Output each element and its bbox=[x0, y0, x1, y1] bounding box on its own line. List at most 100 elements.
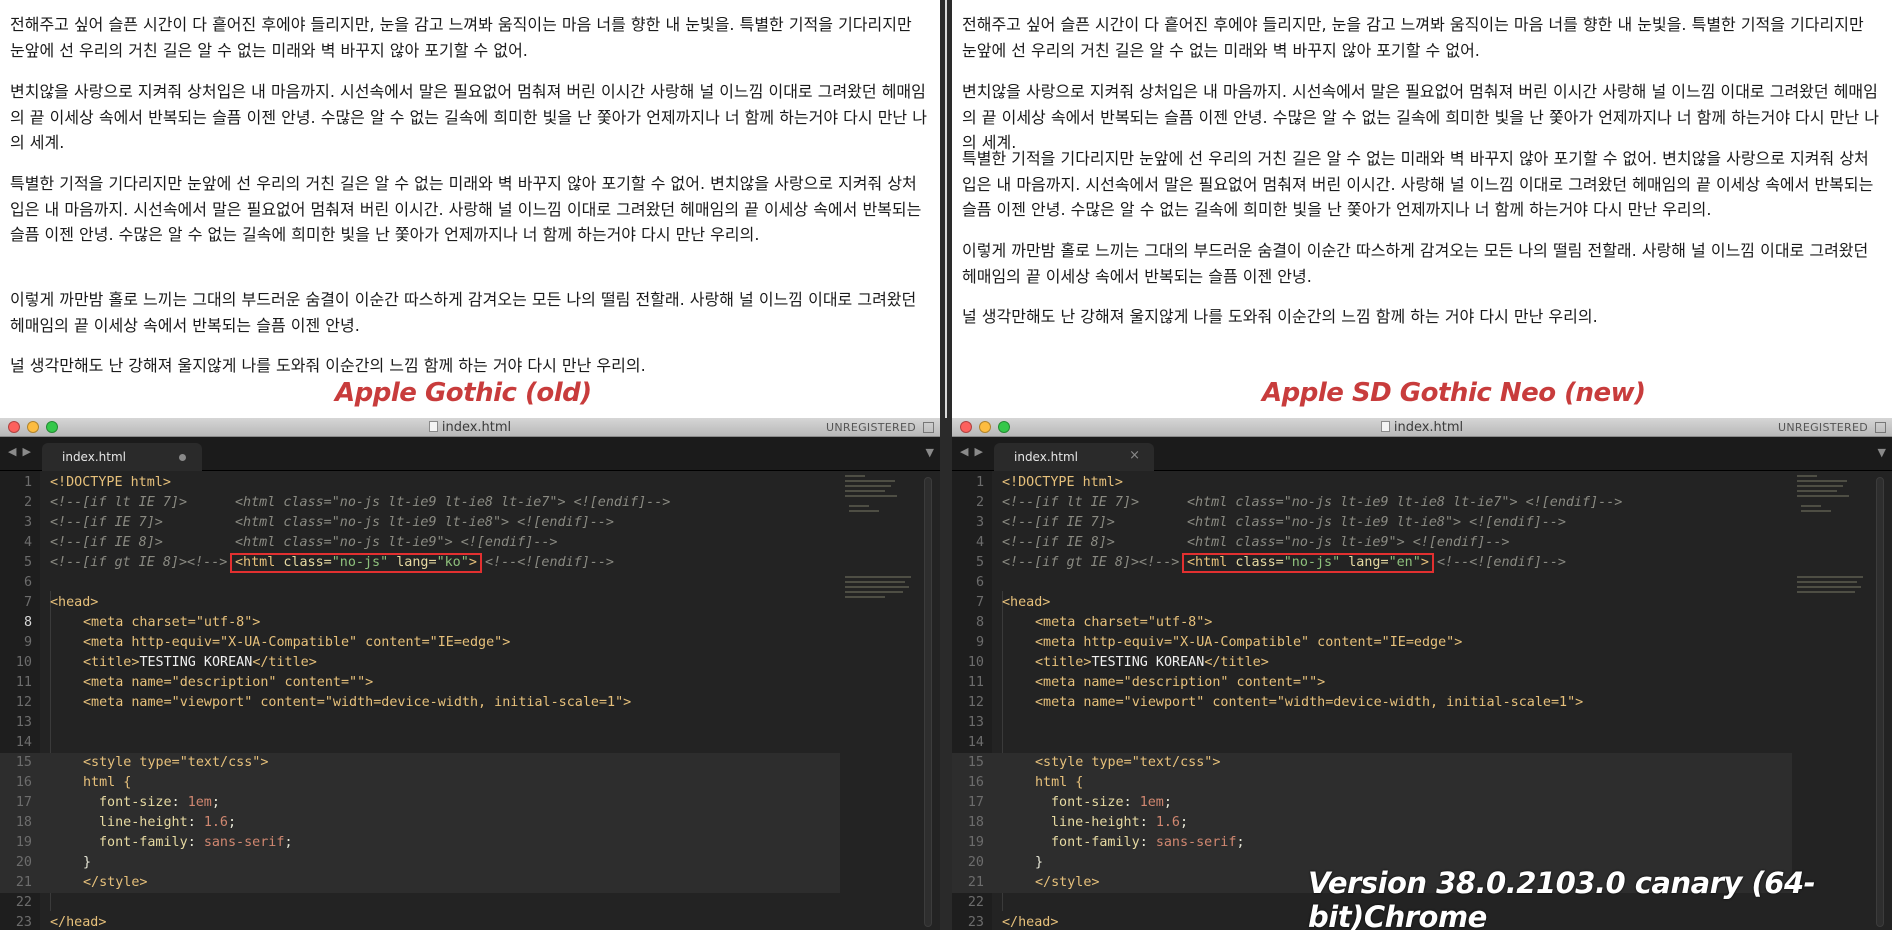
font-caption: Apple Gothic (old) bbox=[335, 378, 592, 408]
line-number: 12 bbox=[967, 695, 984, 710]
line-number: 1 bbox=[23, 475, 32, 490]
code-line: <html class="no-js lt-ie9 lt-ie8"> <![en… bbox=[235, 515, 614, 530]
line-number: 11 bbox=[15, 675, 32, 690]
window-title-text: index.html bbox=[1393, 420, 1464, 435]
tab-label: index.html bbox=[62, 450, 126, 464]
tab-nav-arrows-icon[interactable]: ◀▶ bbox=[960, 445, 989, 458]
line-number: 7 bbox=[975, 595, 984, 610]
tab-index-html[interactable]: index.html bbox=[42, 443, 202, 471]
code-line: <meta charset="utf-8"> bbox=[1035, 615, 1213, 630]
fullscreen-icon[interactable] bbox=[1875, 422, 1886, 433]
code-editor[interactable]: 1 <!DOCTYPE html> 2 <!--[if lt IE 7]> <html… bbox=[952, 471, 1892, 930]
preview-paragraph: 널 생각만해도 난 강해져 울지않게 나를 도와줘 이순간의 느낌 함께 하는 … bbox=[962, 307, 1598, 326]
line-number: 23 bbox=[15, 915, 32, 930]
code-line: <html class="no-js lt-ie9 lt-ie8"> <![en… bbox=[1187, 515, 1566, 530]
tab-label: index.html bbox=[1014, 450, 1078, 464]
code-line: <!--[if IE 7]> bbox=[1002, 515, 1115, 530]
code-line: <!DOCTYPE html> bbox=[1002, 475, 1123, 490]
tab-menu-chevron-icon[interactable]: ▼ bbox=[1878, 446, 1886, 459]
code-line: <meta name="description" content=""> bbox=[1035, 675, 1326, 690]
code-line: html { bbox=[83, 775, 132, 790]
code-line: <style type="text/css"> bbox=[83, 755, 269, 770]
unsaved-dot-icon[interactable] bbox=[179, 454, 186, 461]
code-line: <meta name="viewport" content="width=dev… bbox=[1035, 695, 1584, 710]
code-token: line-height bbox=[99, 815, 188, 830]
preview-paragraph: 이렇게 까만밤 홀로 느끼는 그대의 부드러운 숨결이 이순간 따스하게 감겨오… bbox=[962, 241, 1869, 286]
code-token: font-family bbox=[99, 835, 188, 850]
line-number: 16 bbox=[967, 775, 984, 790]
line-number: 12 bbox=[15, 695, 32, 710]
line-number: 5 bbox=[23, 555, 32, 570]
code-line: <!--[if gt IE 8]><!--> bbox=[50, 555, 228, 570]
code-line: <head> bbox=[50, 595, 99, 610]
line-number: 19 bbox=[967, 835, 984, 850]
line-number: 21 bbox=[967, 875, 984, 890]
code-token: 1.6 bbox=[1155, 815, 1180, 830]
code-token: TESTING KOREAN bbox=[139, 655, 253, 670]
line-number: 17 bbox=[15, 795, 32, 810]
vertical-scrollbar[interactable] bbox=[924, 477, 932, 927]
preview-paragraph: 특별한 기적을 기다리지만 눈앞에 선 우리의 거친 길은 알 수 없는 미래와… bbox=[10, 174, 922, 244]
line-number: 2 bbox=[975, 495, 984, 510]
line-number: 1 bbox=[975, 475, 984, 490]
preview-paragraph: 전해주고 싶어 슬픈 시간이 다 흩어진 후에야 들리지만, 눈을 감고 느껴봐… bbox=[962, 15, 1864, 60]
line-number: 5 bbox=[975, 555, 984, 570]
code-line: <meta http-equiv="X-UA-Compatible" conte… bbox=[1035, 635, 1463, 650]
line-number: 22 bbox=[967, 895, 984, 910]
code-line: <!--<![endif]--> bbox=[485, 555, 614, 570]
window-title: index.html bbox=[952, 420, 1892, 435]
tab-bar: ◀▶ index.html ▼ bbox=[0, 437, 940, 471]
line-number: 10 bbox=[967, 655, 984, 670]
right-pane: 전해주고 싶어 슬픈 시간이 다 흩어진 후에야 들리지만, 눈을 감고 느껴봐… bbox=[952, 0, 1892, 930]
code-line: } bbox=[1035, 855, 1044, 870]
preview-paragraph: 널 생각만해도 난 강해져 울지않게 나를 도와줘 이순간의 느낌 함께 하는 … bbox=[10, 356, 646, 375]
pane-divider bbox=[940, 0, 952, 930]
code-line: <!--<![endif]--> bbox=[1437, 555, 1566, 570]
code-line: html { bbox=[1035, 775, 1084, 790]
line-number: 20 bbox=[15, 855, 32, 870]
code-token: sans-serif bbox=[1155, 835, 1237, 850]
code-token: 1em bbox=[1139, 795, 1164, 810]
tab-nav-arrows-icon[interactable]: ◀▶ bbox=[8, 445, 37, 458]
line-number: 6 bbox=[23, 575, 32, 590]
code-line: <meta name="viewport" content="width=dev… bbox=[83, 695, 632, 710]
line-number: 22 bbox=[15, 895, 32, 910]
line-number: 8 bbox=[23, 615, 32, 630]
preview-paragraph: 전해주고 싶어 슬픈 시간이 다 흩어진 후에야 들리지만, 눈을 감고 느껴봐… bbox=[10, 15, 912, 60]
code-line: <title>TESTING KOREAN</title> bbox=[1035, 653, 1269, 673]
code-line: <!--[if gt IE 8]><!--> bbox=[1002, 555, 1180, 570]
code-line: font-size: 1em; bbox=[99, 795, 220, 810]
minimap[interactable] bbox=[845, 471, 915, 930]
line-number: 14 bbox=[967, 735, 984, 750]
vertical-scrollbar[interactable] bbox=[1876, 477, 1884, 927]
line-number: 19 bbox=[15, 835, 32, 850]
code-line: <meta name="description" content=""> bbox=[83, 675, 374, 690]
code-line: <head> bbox=[1002, 595, 1051, 610]
code-token: <title> bbox=[1035, 655, 1092, 670]
line-number: 15 bbox=[967, 755, 984, 770]
code-line: } bbox=[83, 855, 92, 870]
code-token: font-size bbox=[99, 795, 172, 810]
tab-bar: ◀▶ index.html × ▼ bbox=[952, 437, 1892, 471]
code-token: 1.6 bbox=[203, 815, 228, 830]
preview-paragraph: 변치않을 사랑으로 지켜줘 상처입은 내 마음까지. 시선속에서 말은 필요없어… bbox=[10, 82, 927, 152]
line-number: 3 bbox=[23, 515, 32, 530]
document-icon bbox=[1380, 421, 1390, 432]
minimap[interactable] bbox=[1797, 471, 1867, 930]
code-token: </title> bbox=[252, 655, 317, 670]
code-line: <style type="text/css"> bbox=[1035, 755, 1221, 770]
code-line: </style> bbox=[83, 875, 148, 890]
fullscreen-icon[interactable] bbox=[923, 422, 934, 433]
highlight-box bbox=[1182, 553, 1434, 573]
font-caption: Apple SD Gothic Neo (new) bbox=[1262, 378, 1646, 408]
code-line: font-family: sans-serif; bbox=[1051, 835, 1245, 850]
code-line: <!--[if lt IE 7]> bbox=[1002, 495, 1140, 510]
window-titlebar[interactable]: index.html UNREGISTERED bbox=[0, 418, 940, 437]
code-editor[interactable]: 1 <!DOCTYPE html> 2 <!--[if lt IE 7]> <html… bbox=[0, 471, 940, 930]
unregistered-label: UNREGISTERED bbox=[1778, 421, 1868, 434]
window-titlebar[interactable]: index.html UNREGISTERED bbox=[952, 418, 1892, 437]
tab-menu-chevron-icon[interactable]: ▼ bbox=[926, 446, 934, 459]
close-tab-icon[interactable]: × bbox=[1129, 448, 1140, 463]
code-token: 1em bbox=[187, 795, 212, 810]
tab-index-html[interactable]: index.html × bbox=[994, 443, 1154, 471]
